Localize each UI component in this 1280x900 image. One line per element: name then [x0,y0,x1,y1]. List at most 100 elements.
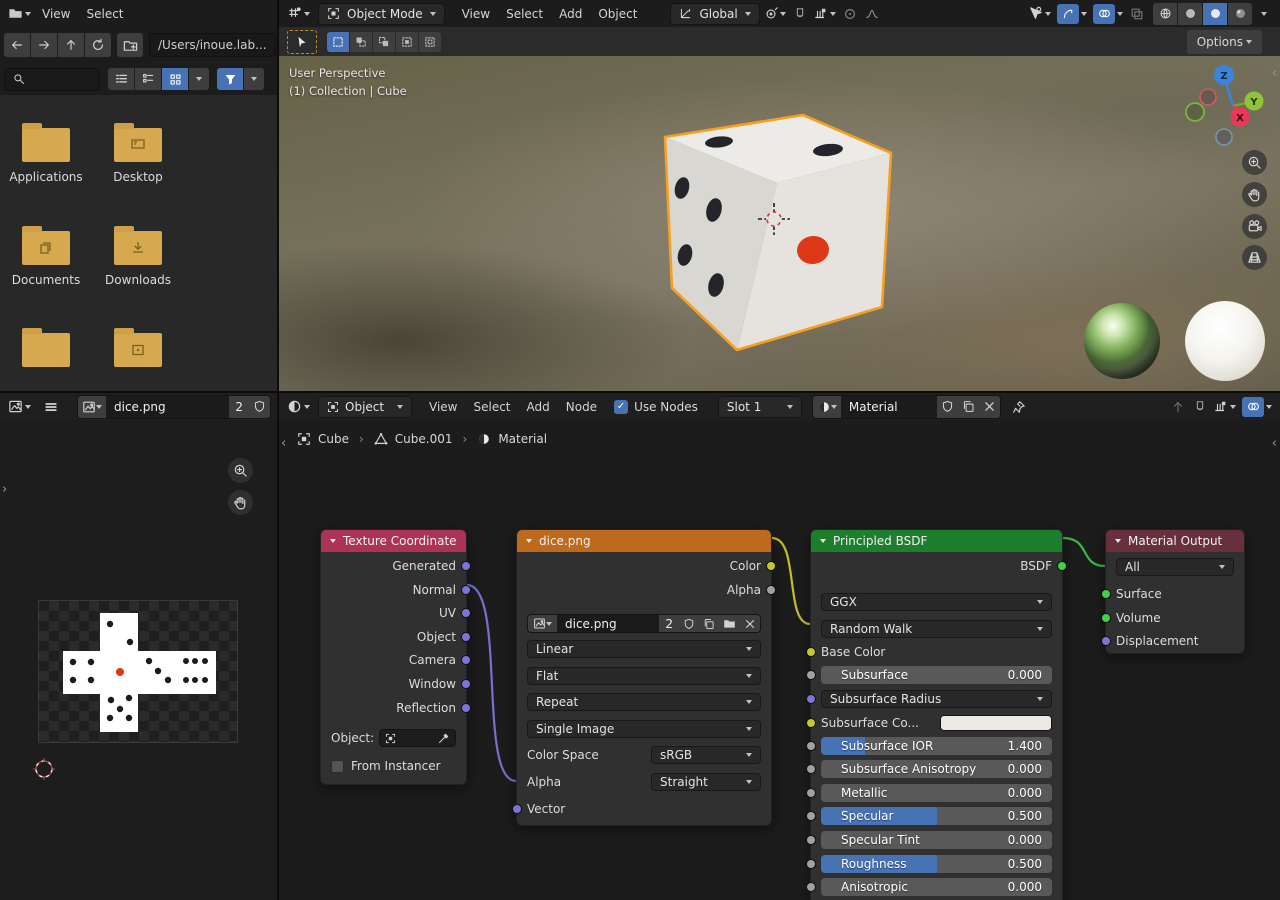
specular-tint-slider[interactable]: Specular Tint 0.000 [821,831,1052,849]
select-mode-extend-button[interactable] [350,32,372,52]
select-mode-subtract-button[interactable] [373,32,395,52]
gizmo-axis-neg-x[interactable] [1186,103,1204,121]
folder-applications[interactable]: Applications [0,128,92,184]
node-overlays-toggle[interactable] [1240,396,1274,418]
socket-generated-output[interactable] [461,561,471,571]
collapse-icon[interactable] [820,539,826,543]
search-input[interactable] [4,68,100,91]
folder-library[interactable] [0,333,92,375]
material-browse-button[interactable] [813,396,841,418]
breadcrumb-material[interactable]: Material [477,432,547,446]
subsurface-ior-slider[interactable]: Subsurface IOR 1.400 [821,737,1052,755]
filter-toggle-button[interactable] [217,68,243,90]
subsurface-method-dropdown[interactable]: Random Walk [821,620,1052,638]
folder-documents[interactable]: Documents [0,231,92,287]
image-browse-button[interactable] [528,615,557,632]
color-space-dropdown[interactable]: sRGB [651,746,761,764]
node-snap-toggle[interactable] [1190,396,1210,418]
socket-object-output[interactable] [461,632,471,642]
breadcrumb-object[interactable]: Cube [297,432,349,446]
source-dropdown[interactable]: Single Image [527,720,761,738]
mode-selector[interactable]: Object Mode [318,3,445,25]
back-button[interactable] [4,33,30,57]
display-horizontal-list-button[interactable] [135,68,161,90]
subsurface-anisotropy-slider[interactable]: Subsurface Anisotropy 0.000 [821,760,1052,778]
image-browse-button[interactable] [78,396,106,418]
node-header-image-texture[interactable]: dice.png [517,530,771,552]
metallic-slider[interactable]: Metallic 0.000 [821,784,1052,802]
image-users-count[interactable]: 2 [659,615,679,632]
go-to-parent-node-tree-button[interactable] [1168,396,1188,418]
socket-normal-output[interactable] [461,585,471,595]
socket-subsurface-ior-input[interactable] [806,741,816,751]
socket-specular-input[interactable] [806,811,816,821]
select-mode-invert-button[interactable] [396,32,418,52]
folder-downloads[interactable]: Downloads [92,231,184,287]
display-settings-dropdown[interactable] [189,68,209,90]
options-dropdown[interactable]: Options [1187,30,1262,54]
menu-select[interactable]: Select [466,397,517,417]
menu-object[interactable]: Object [591,4,644,24]
image-pan-button[interactable] [228,490,253,515]
image-users-count[interactable]: 2 [229,396,249,418]
socket-base-color-input[interactable] [806,647,816,657]
socket-camera-output[interactable] [461,655,471,665]
refresh-button[interactable] [85,33,111,57]
node-header-material-output[interactable]: Material Output [1106,530,1244,552]
collapse-icon[interactable] [330,539,336,543]
node-principled-bsdf[interactable]: Principled BSDF BSDF GGX Random Walk Bas… [810,529,1063,900]
socket-specular-tint-input[interactable] [806,835,816,845]
socket-color-output[interactable] [766,561,776,571]
sidebar-toggle-chevron[interactable]: ‹ [1272,436,1277,451]
shading-material-preview-button[interactable] [1203,3,1227,25]
node-material-output[interactable]: Material Output All Surface Volume Displ… [1105,529,1245,654]
socket-subsurface-color-input[interactable] [806,718,816,728]
show-overlays-toggle[interactable] [1091,3,1125,25]
roughness-slider[interactable]: Roughness 0.500 [821,855,1052,873]
breadcrumb-mesh-data[interactable]: Cube.001 [374,432,453,446]
object-picker-field[interactable] [379,729,456,747]
snap-settings-selector[interactable] [812,3,838,25]
menu-select[interactable]: Select [499,4,550,24]
node-canvas[interactable]: Cube › Cube.001 › Material ‹ ‹ Tex [279,420,1280,900]
create-directory-button[interactable] [117,33,143,57]
show-gizmo-toggle[interactable] [1055,3,1089,25]
xray-toggle[interactable] [1127,3,1147,25]
image-open-button[interactable] [719,615,740,632]
socket-uv-output[interactable] [461,608,471,618]
socket-displacement-input[interactable] [1101,636,1111,646]
material-unlink-button[interactable] [979,396,1000,418]
specular-slider[interactable]: Specular 0.500 [821,807,1052,825]
toolbar-toggle-chevron[interactable]: ‹ [281,436,286,451]
image-unlink-button[interactable] [740,615,760,632]
socket-bsdf-output[interactable] [1057,561,1067,571]
toolbar-toggle-chevron[interactable]: › [2,482,7,497]
node-snap-settings-selector[interactable] [1212,396,1238,418]
interpolation-dropdown[interactable]: Linear [527,640,761,658]
material-fake-user-button[interactable] [937,396,958,418]
menu-view[interactable]: View [422,397,464,417]
menu-add[interactable]: Add [520,397,557,417]
material-slot-selector[interactable]: Slot 1 [718,396,802,418]
display-vertical-list-button[interactable] [108,68,134,90]
image-fake-user-button[interactable] [679,615,699,632]
gizmo-axis-neg-z[interactable] [1216,129,1232,145]
zoom-view-button[interactable] [1242,150,1267,175]
filter-settings-dropdown[interactable] [244,68,264,90]
subsurface-color-swatch[interactable] [940,715,1052,731]
menu-select[interactable]: Select [79,4,130,24]
menu-view[interactable]: View [455,4,497,24]
image-name-field[interactable]: dice.png [557,615,659,632]
shading-solid-button[interactable] [1178,3,1202,25]
menu-node[interactable]: Node [559,397,604,417]
distribution-dropdown[interactable]: GGX [821,593,1052,611]
material-name-field[interactable]: Material [841,396,937,418]
socket-metallic-input[interactable] [806,788,816,798]
image-editor-menus-collapsed[interactable] [41,396,61,418]
image-fake-user-button[interactable] [249,396,270,418]
active-tool-select-box[interactable] [287,30,317,54]
toggle-orthographic-button[interactable] [1242,245,1267,270]
socket-alpha-output[interactable] [766,585,776,595]
editor-type-file-browser-button[interactable] [6,3,33,25]
forward-button[interactable] [31,33,57,57]
